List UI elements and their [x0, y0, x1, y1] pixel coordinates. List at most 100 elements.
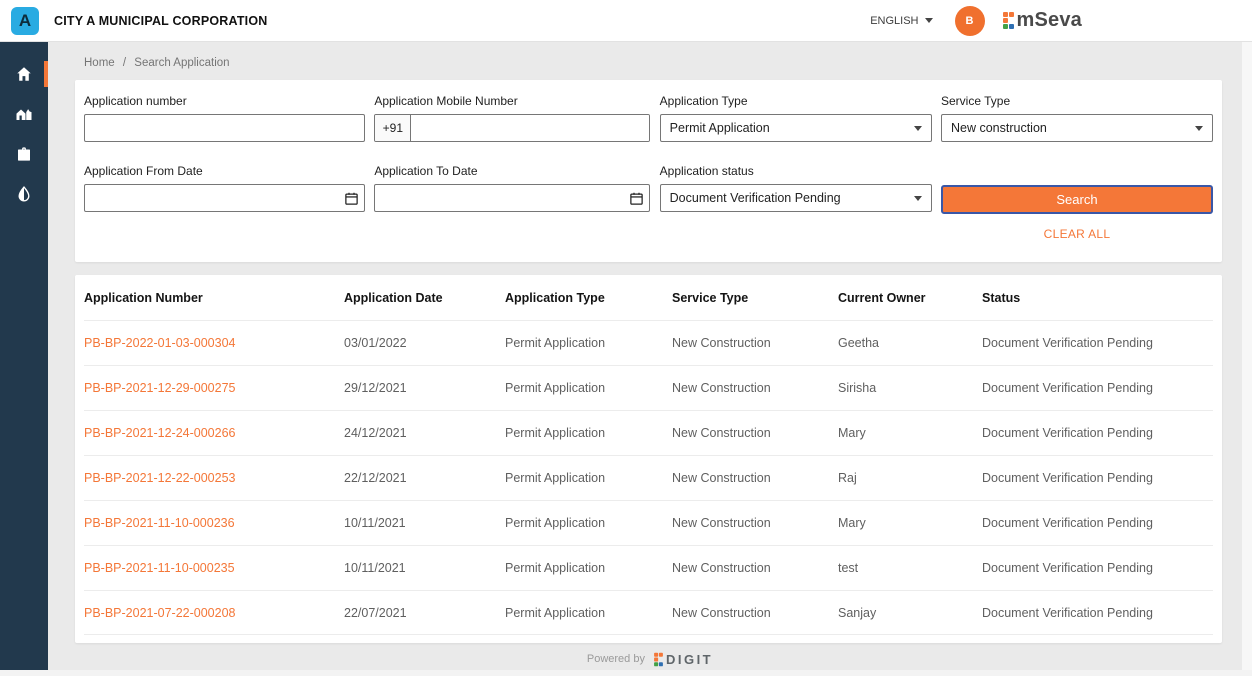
field-search-action: Search [941, 164, 1213, 214]
application-number-link[interactable]: PB-BP-2021-12-24-000266 [84, 426, 344, 440]
user-avatar[interactable]: B [955, 6, 985, 36]
application-type-cell: Permit Application [505, 336, 672, 350]
results-table-card: Application Number Application Date Appl… [75, 275, 1222, 643]
application-status-label: Application status [660, 164, 932, 178]
application-number-link[interactable]: PB-BP-2021-11-10-000235 [84, 561, 344, 575]
table-row: PB-BP-2021-11-10-000236 10/11/2021 Permi… [84, 500, 1213, 545]
language-selector[interactable]: ENGLISH [870, 15, 932, 27]
breadcrumb-home[interactable]: Home [84, 57, 115, 69]
chevron-down-icon [925, 18, 933, 23]
sidebar-item-property[interactable] [0, 94, 48, 134]
current-owner-cell: Sanjay [838, 606, 982, 620]
app-root: A CITY A MUNICIPAL CORPORATION ENGLISH B… [0, 0, 1252, 676]
application-number-link[interactable]: PB-BP-2021-11-10-000236 [84, 516, 344, 530]
mseva-dots-icon [1003, 12, 1014, 29]
field-application-status: Application status Document Verification… [660, 164, 932, 214]
language-label: ENGLISH [870, 15, 918, 27]
from-date-label: Application From Date [84, 164, 365, 178]
sidebar-item-home[interactable] [0, 54, 48, 94]
briefcase-icon [15, 145, 33, 163]
application-date-cell: 03/01/2022 [344, 336, 505, 350]
from-date-input[interactable] [85, 191, 338, 205]
from-date-calendar-button[interactable] [338, 185, 364, 211]
table-row: PB-BP-2021-11-10-000235 10/11/2021 Permi… [84, 545, 1213, 590]
application-number-link[interactable]: PB-BP-2022-01-03-000304 [84, 336, 344, 350]
field-application-number: Application number [84, 94, 365, 142]
application-type-cell: Permit Application [505, 516, 672, 530]
service-type-select[interactable]: New construction [941, 114, 1213, 142]
clear-all-link[interactable]: CLEAR ALL [941, 227, 1213, 241]
service-type-cell: New Construction [672, 516, 838, 530]
application-date-cell: 22/12/2021 [344, 471, 505, 485]
to-date-calendar-button[interactable] [623, 185, 649, 211]
breadcrumb-separator: / [123, 57, 126, 69]
mobile-number-input[interactable] [411, 115, 649, 141]
form-row-2: Application From Date [84, 164, 1213, 214]
search-form-card: Application number Application Mobile Nu… [75, 80, 1222, 262]
service-type-cell: New Construction [672, 606, 838, 620]
column-service-type: Service Type [672, 291, 838, 305]
digit-logo: DIGIT [653, 651, 713, 668]
status-cell: Document Verification Pending [982, 426, 1213, 440]
application-status-select[interactable]: Document Verification Pending [660, 184, 932, 212]
column-application-date: Application Date [344, 291, 505, 305]
city-logo[interactable]: A [11, 7, 39, 35]
application-date-cell: 10/11/2021 [344, 516, 505, 530]
column-application-number: Application Number [84, 291, 344, 305]
breadcrumb: Home / Search Application [84, 57, 230, 69]
water-drop-icon [15, 185, 33, 203]
column-status: Status [982, 291, 1213, 305]
page-footer: Powered by DIGIT [48, 648, 1252, 670]
application-number-label: Application number [84, 94, 365, 108]
service-type-cell: New Construction [672, 426, 838, 440]
application-date-cell: 24/12/2021 [344, 426, 505, 440]
field-application-type: Application Type Permit Application [660, 94, 932, 142]
clear-row: CLEAR ALL [84, 214, 1213, 241]
sidebar-item-employee[interactable] [0, 134, 48, 174]
table-row: PB-BP-2021-12-22-000253 22/12/2021 Permi… [84, 455, 1213, 500]
application-number-input[interactable] [84, 114, 365, 142]
current-owner-cell: test [838, 561, 982, 575]
application-date-cell: 22/07/2021 [344, 606, 505, 620]
active-indicator [44, 61, 48, 87]
field-from-date: Application From Date [84, 164, 365, 214]
search-button[interactable]: Search [941, 185, 1213, 214]
form-row-1: Application number Application Mobile Nu… [84, 94, 1213, 142]
header-right: ENGLISH B mSeva [870, 6, 1082, 36]
application-number-link[interactable]: PB-BP-2021-12-22-000253 [84, 471, 344, 485]
mseva-logo: mSeva [1003, 9, 1083, 32]
to-date-label: Application To Date [374, 164, 650, 178]
status-cell: Document Verification Pending [982, 561, 1213, 575]
sidebar-item-water[interactable] [0, 174, 48, 214]
to-date-input[interactable] [375, 191, 623, 205]
application-type-select[interactable]: Permit Application [660, 114, 932, 142]
column-current-owner: Current Owner [838, 291, 982, 305]
status-cell: Document Verification Pending [982, 381, 1213, 395]
application-status-value: Document Verification Pending [670, 191, 841, 205]
chevron-down-icon [914, 196, 922, 201]
application-type-cell: Permit Application [505, 561, 672, 575]
digit-dots-icon [654, 652, 663, 666]
left-sidebar [0, 42, 48, 670]
current-owner-cell: Geetha [838, 336, 982, 350]
table-row: PB-BP-2021-12-29-000275 29/12/2021 Permi… [84, 365, 1213, 410]
current-owner-cell: Sirisha [838, 381, 982, 395]
application-number-link[interactable]: PB-BP-2021-12-29-000275 [84, 381, 344, 395]
top-header: A CITY A MUNICIPAL CORPORATION ENGLISH B… [0, 0, 1252, 42]
current-owner-cell: Raj [838, 471, 982, 485]
application-number-link[interactable]: PB-BP-2021-07-22-000208 [84, 606, 344, 620]
current-owner-cell: Mary [838, 426, 982, 440]
status-cell: Document Verification Pending [982, 471, 1213, 485]
chevron-down-icon [1195, 126, 1203, 131]
city-name: CITY A MUNICIPAL CORPORATION [54, 14, 267, 28]
service-type-cell: New Construction [672, 561, 838, 575]
calendar-icon [629, 191, 644, 206]
application-type-cell: Permit Application [505, 606, 672, 620]
from-date-group [84, 184, 365, 212]
service-type-label: Service Type [941, 94, 1213, 108]
application-type-label: Application Type [660, 94, 932, 108]
table-row: PB-BP-2022-01-03-000304 03/01/2022 Permi… [84, 320, 1213, 365]
field-mobile-number: Application Mobile Number +91 [374, 94, 650, 142]
table-header-row: Application Number Application Date Appl… [84, 275, 1213, 320]
field-service-type: Service Type New construction [941, 94, 1213, 142]
